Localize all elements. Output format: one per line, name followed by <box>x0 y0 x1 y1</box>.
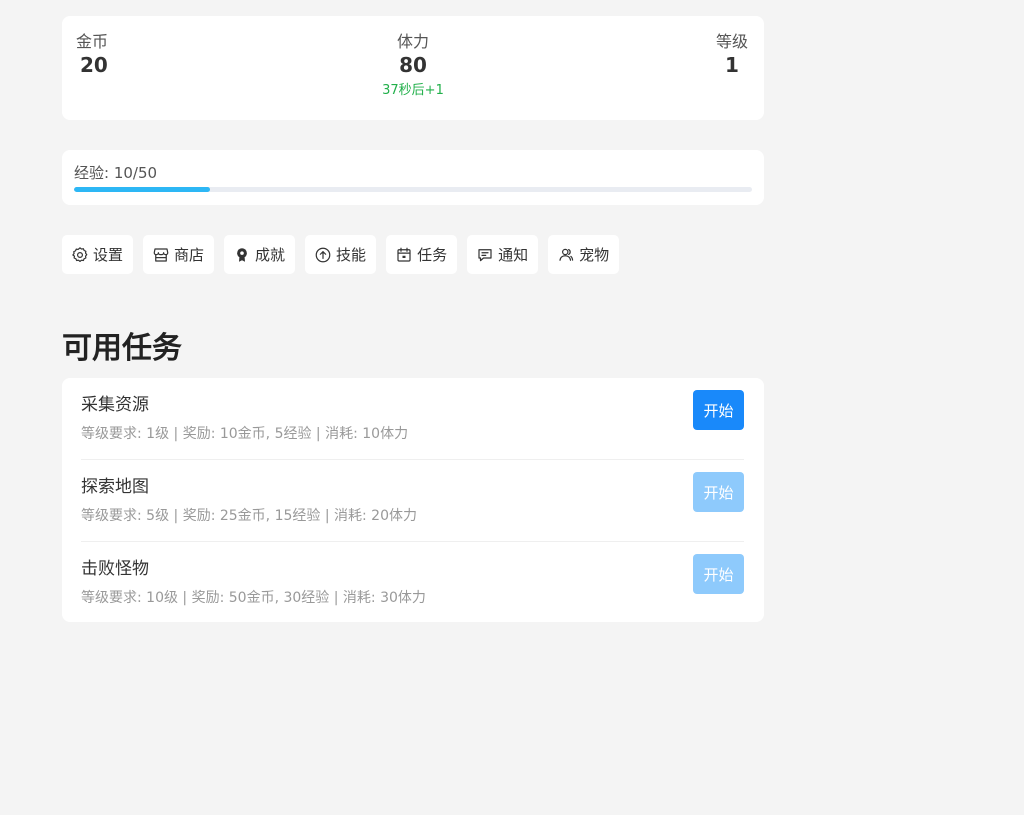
experience-card: 经验: 10/50 <box>62 150 764 205</box>
task-requirements: 等级要求: 10级 | 奖励: 50金币, 30经验 | 消耗: 30体力 <box>81 590 426 606</box>
tasks-section-title: 可用任务 <box>62 331 182 366</box>
nav-notifications-button[interactable]: 通知 <box>467 235 539 274</box>
start-task-button[interactable]: 开始 <box>693 390 744 430</box>
stamina-stat: 体力 80 37秒后+1 <box>382 32 444 99</box>
experience-label: 经验: 10/50 <box>74 164 158 182</box>
start-task-button[interactable]: 开始 <box>693 472 744 512</box>
stamina-label: 体力 <box>397 32 430 51</box>
nav-pets-button[interactable]: 宠物 <box>548 235 620 274</box>
game-dashboard: 金币 20 体力 80 37秒后+1 等级 1 经验: 10/50 设置 商店 … <box>62 16 764 622</box>
nav-settings-label: 设置 <box>93 246 124 264</box>
task-requirements: 等级要求: 5级 | 奖励: 25金币, 15经验 | 消耗: 20体力 <box>81 508 417 524</box>
coins-label: 金币 <box>76 32 109 51</box>
users-icon <box>559 248 574 261</box>
task-requirements: 等级要求: 1级 | 奖励: 10金币, 5经验 | 消耗: 10体力 <box>81 426 409 442</box>
nav-skills-button[interactable]: 技能 <box>305 235 377 274</box>
experience-progress-fill <box>74 187 210 192</box>
level-stat: 等级 1 <box>716 32 748 77</box>
stamina-regen-timer: 37秒后+1 <box>382 83 444 98</box>
level-label: 等级 <box>715 32 748 51</box>
task-name: 击败怪物 <box>81 559 149 579</box>
task-name: 采集资源 <box>81 395 149 415</box>
calendar-icon <box>397 247 411 262</box>
arrow-up-circle-icon <box>315 247 331 262</box>
task-list: 采集资源 等级要求: 1级 | 奖励: 10金币, 5经验 | 消耗: 10体力… <box>62 378 764 622</box>
nav-skills-label: 技能 <box>336 246 367 264</box>
nav-settings-button[interactable]: 设置 <box>62 235 134 274</box>
stats-card: 金币 20 体力 80 37秒后+1 等级 1 <box>62 16 764 120</box>
level-value: 1 <box>725 53 739 77</box>
start-task-button[interactable]: 开始 <box>693 554 744 594</box>
store-icon <box>153 247 169 262</box>
nav-bar: 设置 商店 成就 技能 任务 通知 宠物 <box>62 235 764 274</box>
nav-notifications-label: 通知 <box>498 246 529 264</box>
task-row: 探索地图 等级要求: 5级 | 奖励: 25金币, 15经验 | 消耗: 20体… <box>81 460 744 542</box>
nav-pets-label: 宠物 <box>579 246 610 264</box>
task-row: 采集资源 等级要求: 1级 | 奖励: 10金币, 5经验 | 消耗: 10体力… <box>81 378 744 460</box>
task-name: 探索地图 <box>81 477 149 497</box>
stamina-value: 80 <box>399 53 427 77</box>
gear-icon <box>72 246 88 262</box>
medal-icon <box>237 247 247 262</box>
nav-tasks-button[interactable]: 任务 <box>386 235 458 274</box>
nav-achievements-label: 成就 <box>255 246 286 264</box>
coins-stat: 金币 20 <box>76 32 108 77</box>
task-row: 击败怪物 等级要求: 10级 | 奖励: 50金币, 30经验 | 消耗: 30… <box>81 542 744 622</box>
nav-achievements-button[interactable]: 成就 <box>224 235 296 274</box>
message-icon <box>478 248 492 261</box>
nav-store-button[interactable]: 商店 <box>143 235 215 274</box>
experience-progress-bar <box>74 187 752 192</box>
nav-tasks-label: 任务 <box>417 246 448 264</box>
coins-value: 20 <box>80 53 108 77</box>
nav-store-label: 商店 <box>174 246 205 264</box>
